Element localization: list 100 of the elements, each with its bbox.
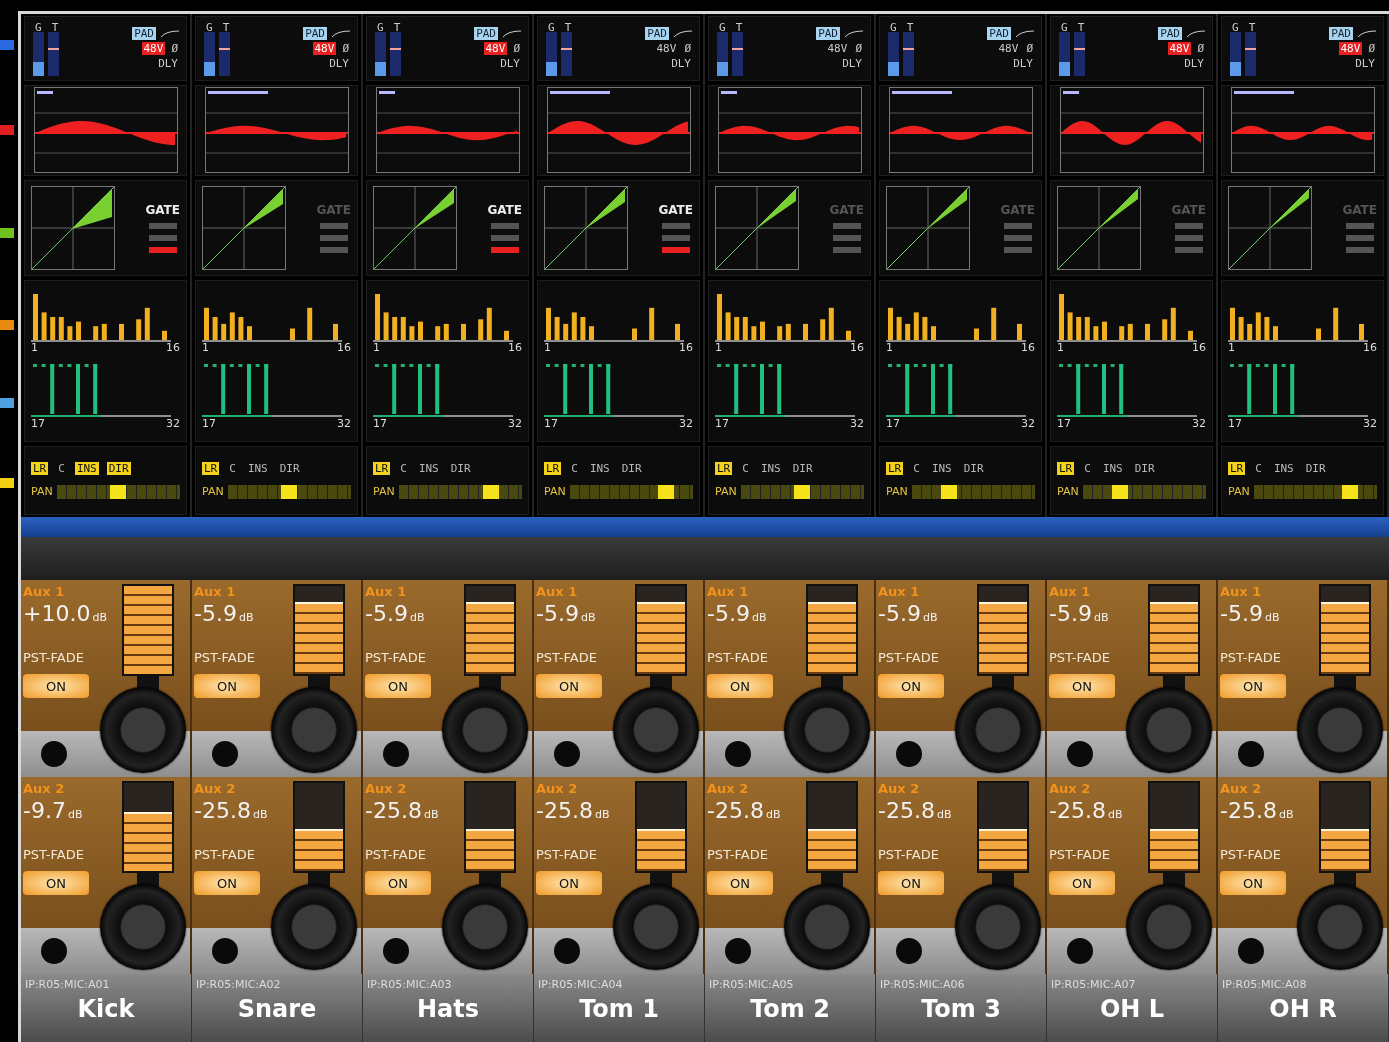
routing-button[interactable]: INS bbox=[74, 462, 99, 475]
routing-button[interactable]: INS bbox=[416, 462, 441, 475]
routing-button[interactable]: C bbox=[56, 462, 67, 475]
send-on-button[interactable]: ON bbox=[1220, 871, 1286, 895]
delay-button[interactable]: DLY bbox=[1353, 57, 1377, 71]
phase-invert-button[interactable]: Ø bbox=[169, 42, 180, 56]
pan-slider-handle[interactable] bbox=[940, 485, 957, 499]
send-fader[interactable] bbox=[977, 584, 1029, 676]
send-on-button[interactable]: ON bbox=[1049, 674, 1115, 698]
routing-button[interactable]: DIR bbox=[961, 462, 986, 475]
delay-button[interactable]: DLY bbox=[156, 57, 180, 71]
phantom-power-button[interactable]: 48V bbox=[1338, 42, 1363, 56]
channel-name-panel[interactable]: IP:R05:MIC:A03 Hats bbox=[363, 974, 534, 1042]
pan-slider-handle[interactable] bbox=[281, 485, 298, 499]
send-on-button[interactable]: ON bbox=[878, 871, 944, 895]
send-fader[interactable] bbox=[1148, 781, 1200, 873]
phase-invert-button[interactable]: Ø bbox=[1024, 42, 1035, 56]
routing-button[interactable]: C bbox=[569, 462, 580, 475]
pad-button[interactable]: PAD bbox=[1329, 27, 1353, 41]
pad-button[interactable]: PAD bbox=[1158, 27, 1182, 41]
send-on-button[interactable]: ON bbox=[194, 871, 260, 895]
pad-button[interactable]: PAD bbox=[303, 27, 327, 41]
channel-name-panel[interactable]: IP:R05:MIC:A02 Snare bbox=[192, 974, 363, 1042]
phase-invert-button[interactable]: Ø bbox=[853, 42, 864, 56]
pan-slider-handle[interactable] bbox=[657, 485, 674, 499]
phase-invert-button[interactable]: Ø bbox=[340, 42, 351, 56]
routing-button[interactable]: DIR bbox=[619, 462, 644, 475]
send-fader[interactable] bbox=[977, 781, 1029, 873]
routing-button[interactable]: C bbox=[740, 462, 751, 475]
gate-label[interactable]: GATE bbox=[487, 203, 522, 218]
phantom-power-button[interactable]: 48V bbox=[1167, 42, 1192, 56]
routing-button[interactable]: INS bbox=[1271, 462, 1296, 475]
send-fader[interactable] bbox=[1148, 584, 1200, 676]
send-on-button[interactable]: ON bbox=[365, 674, 431, 698]
send-fader[interactable] bbox=[1319, 584, 1371, 676]
send-on-button[interactable]: ON bbox=[365, 871, 431, 895]
send-on-button[interactable]: ON bbox=[707, 871, 773, 895]
channel-name-panel[interactable]: IP:R05:MIC:A07 OH L bbox=[1047, 974, 1218, 1042]
channel-name-panel[interactable]: IP:R05:MIC:A08 OH R bbox=[1218, 974, 1389, 1042]
phantom-power-button[interactable]: 48V bbox=[825, 42, 850, 56]
routing-button[interactable]: C bbox=[227, 462, 238, 475]
routing-button[interactable]: INS bbox=[587, 462, 612, 475]
routing-button[interactable]: INS bbox=[1100, 462, 1125, 475]
gate-label[interactable]: GATE bbox=[658, 203, 693, 218]
send-on-button[interactable]: ON bbox=[1220, 674, 1286, 698]
phase-invert-button[interactable]: Ø bbox=[1195, 42, 1206, 56]
routing-button[interactable]: LR bbox=[1228, 462, 1246, 475]
routing-button[interactable]: LR bbox=[544, 462, 562, 475]
phantom-power-button[interactable]: 48V bbox=[654, 42, 679, 56]
send-on-button[interactable]: ON bbox=[536, 674, 602, 698]
routing-button[interactable]: C bbox=[1253, 462, 1264, 475]
phantom-power-button[interactable]: 48V bbox=[483, 42, 508, 56]
routing-button[interactable]: DIR bbox=[106, 462, 131, 475]
channel-name-panel[interactable]: IP:R05:MIC:A04 Tom 1 bbox=[534, 974, 705, 1042]
channel-name-panel[interactable]: IP:R05:MIC:A05 Tom 2 bbox=[705, 974, 876, 1042]
gate-label[interactable]: GATE bbox=[145, 203, 180, 218]
routing-button[interactable]: LR bbox=[202, 462, 220, 475]
send-on-button[interactable]: ON bbox=[23, 871, 89, 895]
send-fader[interactable] bbox=[122, 781, 174, 873]
pan-slider-handle[interactable] bbox=[1111, 485, 1128, 499]
phantom-power-button[interactable]: 48V bbox=[996, 42, 1021, 56]
send-fader[interactable] bbox=[464, 781, 516, 873]
send-fader[interactable] bbox=[635, 781, 687, 873]
send-on-button[interactable]: ON bbox=[707, 674, 773, 698]
delay-button[interactable]: DLY bbox=[1182, 57, 1206, 71]
send-on-button[interactable]: ON bbox=[194, 674, 260, 698]
routing-button[interactable]: C bbox=[911, 462, 922, 475]
pad-button[interactable]: PAD bbox=[132, 27, 156, 41]
routing-button[interactable]: INS bbox=[245, 462, 270, 475]
routing-button[interactable]: INS bbox=[929, 462, 954, 475]
routing-button[interactable]: DIR bbox=[790, 462, 815, 475]
send-on-button[interactable]: ON bbox=[536, 871, 602, 895]
pad-button[interactable]: PAD bbox=[474, 27, 498, 41]
send-on-button[interactable]: ON bbox=[23, 674, 89, 698]
pan-slider-handle[interactable] bbox=[794, 485, 811, 499]
send-fader[interactable] bbox=[464, 584, 516, 676]
phantom-power-button[interactable]: 48V bbox=[312, 42, 337, 56]
routing-button[interactable]: C bbox=[1082, 462, 1093, 475]
pad-button[interactable]: PAD bbox=[645, 27, 669, 41]
phase-invert-button[interactable]: Ø bbox=[1366, 42, 1377, 56]
delay-button[interactable]: DLY bbox=[498, 57, 522, 71]
phase-invert-button[interactable]: Ø bbox=[682, 42, 693, 56]
send-fader[interactable] bbox=[293, 781, 345, 873]
routing-button[interactable]: LR bbox=[715, 462, 733, 475]
phantom-power-button[interactable]: 48V bbox=[141, 42, 166, 56]
routing-button[interactable]: LR bbox=[886, 462, 904, 475]
delay-button[interactable]: DLY bbox=[327, 57, 351, 71]
routing-button[interactable]: C bbox=[398, 462, 409, 475]
send-fader[interactable] bbox=[293, 584, 345, 676]
channel-name-panel[interactable]: IP:R05:MIC:A01 Kick bbox=[21, 974, 192, 1042]
routing-button[interactable]: LR bbox=[31, 462, 49, 475]
channel-name-panel[interactable]: IP:R05:MIC:A06 Tom 3 bbox=[876, 974, 1047, 1042]
delay-button[interactable]: DLY bbox=[669, 57, 693, 71]
routing-button[interactable]: DIR bbox=[277, 462, 302, 475]
routing-button[interactable]: DIR bbox=[1303, 462, 1328, 475]
send-fader[interactable] bbox=[1319, 781, 1371, 873]
pan-slider-handle[interactable] bbox=[483, 485, 500, 499]
pad-button[interactable]: PAD bbox=[987, 27, 1011, 41]
routing-button[interactable]: LR bbox=[373, 462, 391, 475]
send-fader[interactable] bbox=[806, 781, 858, 873]
